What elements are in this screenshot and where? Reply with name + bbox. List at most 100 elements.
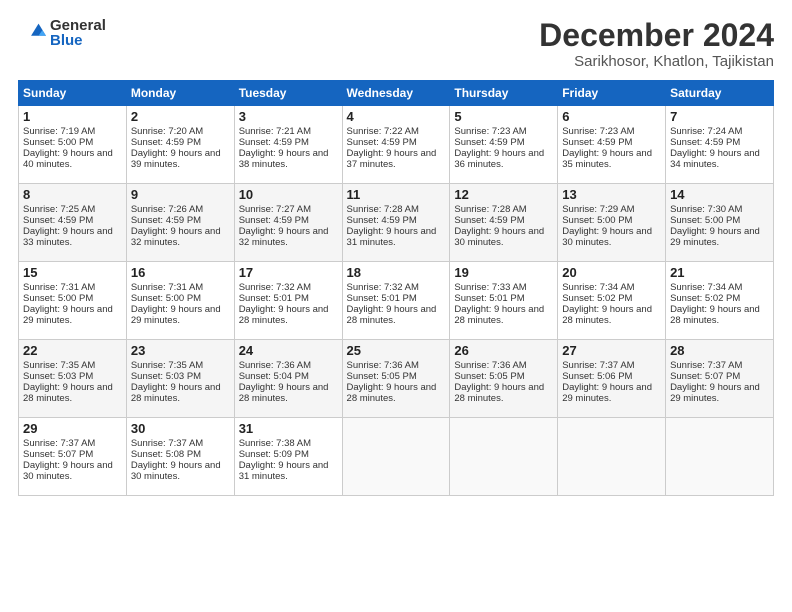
daylight-label: Daylight: 9 hours and 28 minutes. [562, 304, 652, 326]
day-header-tuesday: Tuesday [234, 81, 342, 106]
day-cell: 20 Sunrise: 7:34 AM Sunset: 5:02 PM Dayl… [558, 262, 666, 340]
sunrise: Sunrise: 7:20 AM [131, 126, 203, 137]
day-cell: 11 Sunrise: 7:28 AM Sunset: 4:59 PM Dayl… [342, 184, 450, 262]
day-number: 10 [239, 187, 338, 202]
logo-blue: Blue [50, 33, 106, 48]
day-number: 2 [131, 109, 230, 124]
day-cell: 7 Sunrise: 7:24 AM Sunset: 4:59 PM Dayli… [666, 106, 774, 184]
day-number: 11 [347, 187, 446, 202]
day-cell: 16 Sunrise: 7:31 AM Sunset: 5:00 PM Dayl… [126, 262, 234, 340]
day-cell: 27 Sunrise: 7:37 AM Sunset: 5:06 PM Dayl… [558, 340, 666, 418]
week-row-5: 29 Sunrise: 7:37 AM Sunset: 5:07 PM Dayl… [19, 418, 774, 496]
daylight-label: Daylight: 9 hours and 29 minutes. [562, 382, 652, 404]
daylight-label: Daylight: 9 hours and 30 minutes. [562, 226, 652, 248]
day-number: 26 [454, 343, 553, 358]
location: Sarikhosor, Khatlon, Tajikistan [539, 53, 774, 70]
daylight-label: Daylight: 9 hours and 31 minutes. [239, 460, 329, 482]
daylight-label: Daylight: 9 hours and 29 minutes. [131, 304, 221, 326]
day-header-sunday: Sunday [19, 81, 127, 106]
day-cell: 13 Sunrise: 7:29 AM Sunset: 5:00 PM Dayl… [558, 184, 666, 262]
daylight-label: Daylight: 9 hours and 28 minutes. [454, 382, 544, 404]
day-cell: 31 Sunrise: 7:38 AM Sunset: 5:09 PM Dayl… [234, 418, 342, 496]
day-number: 19 [454, 265, 553, 280]
day-header-wednesday: Wednesday [342, 81, 450, 106]
sunset: Sunset: 4:59 PM [670, 137, 740, 148]
daylight-label: Daylight: 9 hours and 30 minutes. [131, 460, 221, 482]
day-cell: 19 Sunrise: 7:33 AM Sunset: 5:01 PM Dayl… [450, 262, 558, 340]
daylight-label: Daylight: 9 hours and 28 minutes. [454, 304, 544, 326]
day-number: 1 [23, 109, 122, 124]
sunset: Sunset: 5:00 PM [670, 215, 740, 226]
sunrise: Sunrise: 7:31 AM [23, 282, 95, 293]
sunrise: Sunrise: 7:36 AM [347, 360, 419, 371]
sunrise: Sunrise: 7:23 AM [562, 126, 634, 137]
sunset: Sunset: 4:59 PM [454, 137, 524, 148]
sunrise: Sunrise: 7:35 AM [131, 360, 203, 371]
daylight-label: Daylight: 9 hours and 32 minutes. [239, 226, 329, 248]
sunset: Sunset: 5:03 PM [23, 371, 93, 382]
sunset: Sunset: 4:59 PM [562, 137, 632, 148]
sunrise: Sunrise: 7:27 AM [239, 204, 311, 215]
day-number: 7 [670, 109, 769, 124]
day-number: 17 [239, 265, 338, 280]
week-row-4: 22 Sunrise: 7:35 AM Sunset: 5:03 PM Dayl… [19, 340, 774, 418]
day-number: 5 [454, 109, 553, 124]
day-header-saturday: Saturday [666, 81, 774, 106]
day-cell: 6 Sunrise: 7:23 AM Sunset: 4:59 PM Dayli… [558, 106, 666, 184]
daylight-label: Daylight: 9 hours and 28 minutes. [23, 382, 113, 404]
sunrise: Sunrise: 7:32 AM [347, 282, 419, 293]
sunset: Sunset: 5:03 PM [131, 371, 201, 382]
day-number: 22 [23, 343, 122, 358]
day-cell: 30 Sunrise: 7:37 AM Sunset: 5:08 PM Dayl… [126, 418, 234, 496]
day-cell: 12 Sunrise: 7:28 AM Sunset: 4:59 PM Dayl… [450, 184, 558, 262]
week-row-1: 1 Sunrise: 7:19 AM Sunset: 5:00 PM Dayli… [19, 106, 774, 184]
week-row-3: 15 Sunrise: 7:31 AM Sunset: 5:00 PM Dayl… [19, 262, 774, 340]
day-number: 3 [239, 109, 338, 124]
header-row: SundayMondayTuesdayWednesdayThursdayFrid… [19, 81, 774, 106]
logo-icon [18, 19, 46, 47]
sunset: Sunset: 4:59 PM [131, 137, 201, 148]
day-cell: 3 Sunrise: 7:21 AM Sunset: 4:59 PM Dayli… [234, 106, 342, 184]
sunrise: Sunrise: 7:34 AM [562, 282, 634, 293]
sunset: Sunset: 5:04 PM [239, 371, 309, 382]
day-cell: 4 Sunrise: 7:22 AM Sunset: 4:59 PM Dayli… [342, 106, 450, 184]
day-cell: 24 Sunrise: 7:36 AM Sunset: 5:04 PM Dayl… [234, 340, 342, 418]
sunrise: Sunrise: 7:21 AM [239, 126, 311, 137]
daylight-label: Daylight: 9 hours and 30 minutes. [454, 226, 544, 248]
sunrise: Sunrise: 7:37 AM [131, 438, 203, 449]
day-number: 20 [562, 265, 661, 280]
sunrise: Sunrise: 7:28 AM [454, 204, 526, 215]
sunrise: Sunrise: 7:24 AM [670, 126, 742, 137]
sunset: Sunset: 5:00 PM [562, 215, 632, 226]
sunrise: Sunrise: 7:25 AM [23, 204, 95, 215]
day-number: 29 [23, 421, 122, 436]
day-number: 21 [670, 265, 769, 280]
day-number: 13 [562, 187, 661, 202]
day-number: 14 [670, 187, 769, 202]
day-number: 18 [347, 265, 446, 280]
day-cell: 25 Sunrise: 7:36 AM Sunset: 5:05 PM Dayl… [342, 340, 450, 418]
sunrise: Sunrise: 7:28 AM [347, 204, 419, 215]
day-cell [558, 418, 666, 496]
sunset: Sunset: 5:05 PM [347, 371, 417, 382]
daylight-label: Daylight: 9 hours and 30 minutes. [23, 460, 113, 482]
sunrise: Sunrise: 7:23 AM [454, 126, 526, 137]
day-cell: 17 Sunrise: 7:32 AM Sunset: 5:01 PM Dayl… [234, 262, 342, 340]
day-cell: 21 Sunrise: 7:34 AM Sunset: 5:02 PM Dayl… [666, 262, 774, 340]
daylight-label: Daylight: 9 hours and 32 minutes. [131, 226, 221, 248]
sunset: Sunset: 4:59 PM [23, 215, 93, 226]
title-block: December 2024 Sarikhosor, Khatlon, Tajik… [539, 18, 774, 70]
sunrise: Sunrise: 7:30 AM [670, 204, 742, 215]
day-header-monday: Monday [126, 81, 234, 106]
daylight-label: Daylight: 9 hours and 34 minutes. [670, 148, 760, 170]
daylight-label: Daylight: 9 hours and 29 minutes. [670, 226, 760, 248]
sunset: Sunset: 4:59 PM [347, 215, 417, 226]
daylight-label: Daylight: 9 hours and 40 minutes. [23, 148, 113, 170]
day-cell: 10 Sunrise: 7:27 AM Sunset: 4:59 PM Dayl… [234, 184, 342, 262]
daylight-label: Daylight: 9 hours and 37 minutes. [347, 148, 437, 170]
day-number: 8 [23, 187, 122, 202]
daylight-label: Daylight: 9 hours and 28 minutes. [131, 382, 221, 404]
logo: General Blue [18, 18, 106, 48]
daylight-label: Daylight: 9 hours and 28 minutes. [670, 304, 760, 326]
sunset: Sunset: 5:02 PM [670, 293, 740, 304]
